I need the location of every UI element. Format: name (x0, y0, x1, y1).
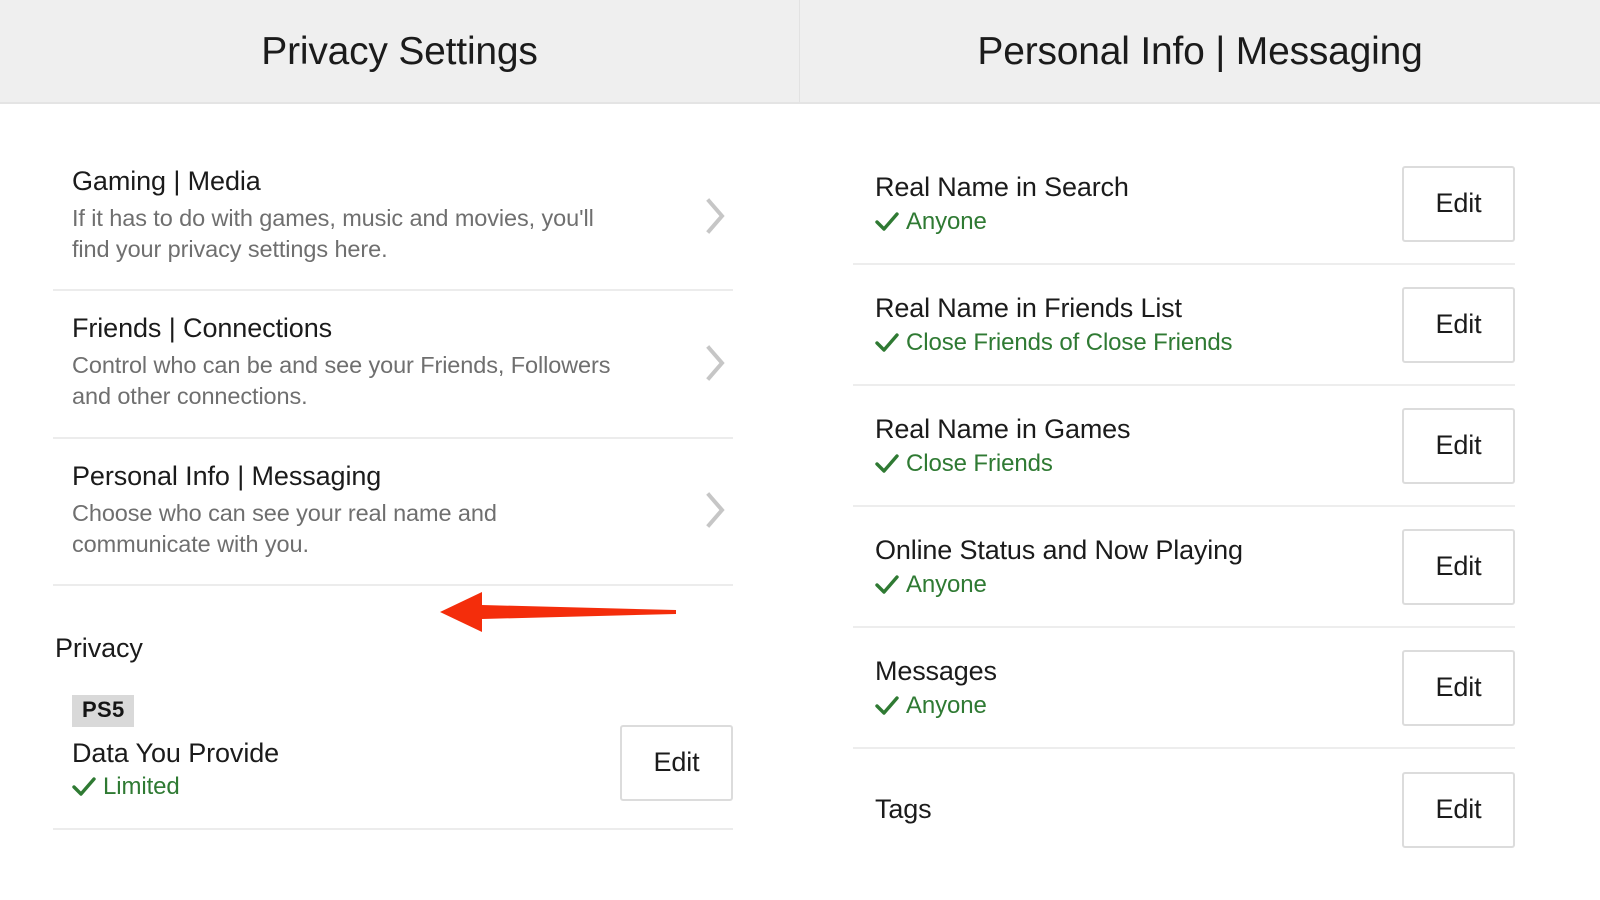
setting-value: Close Friends (875, 450, 1130, 478)
nav-item-text: Personal Info | Messaging Choose who can… (53, 461, 699, 560)
header-band: Privacy Settings Personal Info | Messagi… (0, 0, 1600, 104)
edit-button-data-you-provide[interactable]: Edit (620, 724, 733, 801)
privacy-row-value: Limited (72, 773, 620, 801)
setting-value-text: Anyone (906, 571, 987, 599)
personal-info-messaging-panel: Real Name in Search Anyone Edit Real Nam… (800, 104, 1600, 900)
nav-item-title: Friends | Connections (72, 313, 333, 344)
setting-value-text: Anyone (906, 692, 987, 720)
privacy-section: Privacy PS5 Data You Provide Limited Edi… (53, 633, 733, 830)
check-icon (72, 776, 96, 798)
privacy-row-data-you-provide: PS5 Data You Provide Limited Edit (53, 664, 733, 830)
setting-row-text: Real Name in Games Close Friends (853, 413, 1131, 478)
check-icon (875, 695, 899, 717)
privacy-settings-screen: Privacy Settings Personal Info | Messagi… (0, 0, 1600, 900)
nav-item-gaming-media[interactable]: Gaming | Media If it has to do with game… (53, 144, 733, 292)
chevron-right-icon[interactable] (699, 197, 733, 234)
setting-value: Anyone (875, 571, 1243, 599)
nav-item-text: Friends | Connections Control who can be… (53, 313, 699, 412)
setting-row-real-name-in-games: Real Name in Games Close Friends Edit (853, 386, 1515, 507)
setting-row-online-status-and-now-playing: Online Status and Now Playing Anyone Edi… (853, 507, 1515, 628)
settings-list: Real Name in Search Anyone Edit Real Nam… (853, 144, 1515, 870)
setting-row-text: Real Name in Search Anyone (853, 171, 1129, 236)
setting-value-text: Anyone (906, 208, 987, 236)
privacy-row-value-text: Limited (103, 772, 180, 800)
setting-value: Anyone (875, 208, 1129, 236)
setting-value-text: Close Friends of Close Friends (906, 329, 1233, 357)
setting-row-text: Real Name in Friends List Close Friends … (853, 292, 1233, 357)
check-icon (875, 332, 899, 354)
privacy-nav-list: Gaming | Media If it has to do with game… (53, 144, 733, 587)
edit-button-messages[interactable]: Edit (1402, 649, 1515, 726)
page-title-left: Privacy Settings (261, 29, 538, 73)
nav-item-description: If it has to do with games, music and mo… (72, 204, 594, 263)
check-icon (875, 453, 899, 475)
setting-value: Close Friends of Close Friends (875, 329, 1233, 357)
edit-button-real-name-in-friends-list[interactable]: Edit (1402, 286, 1515, 363)
section-heading-privacy: Privacy (55, 633, 143, 663)
edit-button-tags[interactable]: Edit (1402, 771, 1515, 848)
edit-button-online-status-and-now-playing[interactable]: Edit (1402, 528, 1515, 605)
platform-badge-ps5: PS5 (72, 695, 135, 727)
edit-button-real-name-in-games[interactable]: Edit (1402, 407, 1515, 484)
nav-item-text: Gaming | Media If it has to do with game… (53, 166, 699, 265)
privacy-row-text: PS5 Data You Provide Limited (53, 695, 620, 801)
nav-item-description: Control who can be and see your Friends,… (72, 352, 611, 410)
check-icon (875, 574, 899, 596)
setting-row-real-name-in-friends-list: Real Name in Friends List Close Friends … (853, 265, 1515, 386)
setting-name: Real Name in Friends List (875, 292, 1182, 323)
chevron-right-icon[interactable] (699, 492, 733, 529)
setting-row-text: Tags (853, 793, 932, 825)
edit-button-real-name-in-search[interactable]: Edit (1402, 165, 1515, 242)
setting-row-real-name-in-search: Real Name in Search Anyone Edit (853, 144, 1515, 265)
setting-name: Tags (875, 794, 932, 825)
check-icon (875, 211, 899, 233)
privacy-settings-panel: Gaming | Media If it has to do with game… (0, 104, 800, 900)
setting-row-messages: Messages Anyone Edit (853, 628, 1515, 749)
privacy-row-name: Data You Provide (72, 737, 280, 768)
arrow-personal-info-messaging (440, 586, 680, 636)
setting-row-tags: Tags Edit (853, 749, 1515, 870)
nav-item-title: Gaming | Media (72, 166, 261, 196)
chevron-right-icon[interactable] (699, 345, 733, 381)
setting-row-text: Online Status and Now Playing Anyone (853, 534, 1243, 599)
setting-name: Online Status and Now Playing (875, 534, 1243, 565)
setting-name: Messages (875, 655, 997, 686)
nav-item-friends-connections[interactable]: Friends | Connections Control who can be… (53, 291, 733, 439)
setting-name: Real Name in Search (875, 171, 1129, 202)
content-columns: Gaming | Media If it has to do with game… (0, 104, 1600, 900)
nav-item-description: Choose who can see your real name and co… (72, 499, 497, 557)
header-left: Privacy Settings (0, 0, 800, 102)
nav-item-personal-info-messaging[interactable]: Personal Info | Messaging Choose who can… (53, 439, 733, 587)
page-title-right: Personal Info | Messaging (977, 29, 1423, 73)
setting-row-text: Messages Anyone (853, 655, 997, 720)
header-right: Personal Info | Messaging (800, 0, 1600, 102)
nav-item-title: Personal Info | Messaging (72, 460, 382, 491)
setting-value: Anyone (875, 692, 997, 720)
setting-value-text: Close Friends (906, 450, 1053, 478)
setting-name: Real Name in Games (875, 413, 1131, 444)
